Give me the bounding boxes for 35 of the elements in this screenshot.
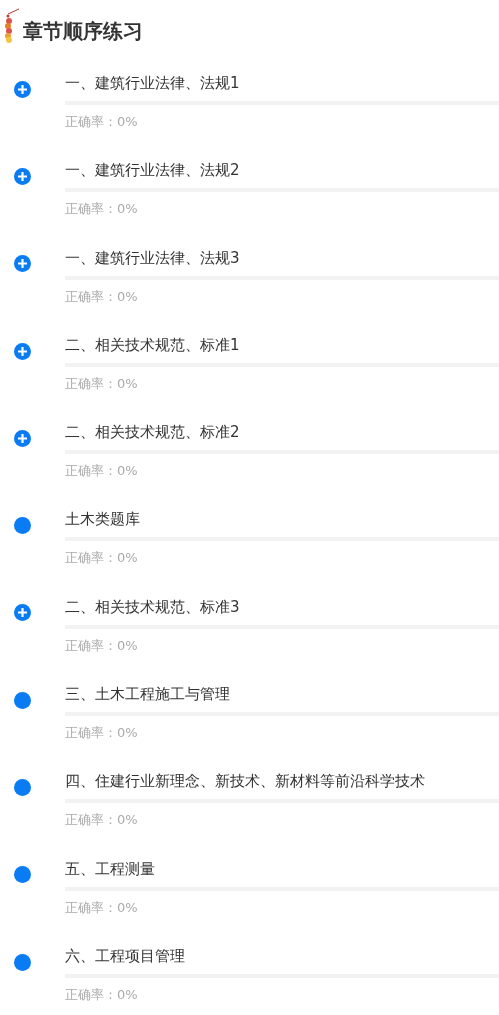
accuracy-text: 正确率：0% bbox=[65, 811, 139, 830]
dot-icon bbox=[14, 953, 31, 971]
accuracy-text: 正确率：0% bbox=[65, 374, 139, 393]
chapter-title[interactable]: 四、住建行业新理念、新技术、新材料等前沿科学技术 bbox=[65, 771, 499, 792]
chapter-title[interactable]: 二、相关技术规范、标准3 bbox=[65, 596, 499, 617]
expand-icon[interactable] bbox=[14, 80, 31, 98]
expand-icon[interactable] bbox=[14, 604, 31, 622]
accuracy-text: 正确率：0% bbox=[65, 287, 139, 306]
accuracy-text: 正确率：0% bbox=[65, 898, 139, 917]
accuracy-text: 正确率：0% bbox=[65, 636, 139, 655]
accuracy-text: 正确率：0% bbox=[65, 113, 139, 131]
chapter-title[interactable]: 一、建筑行业法律、法规2 bbox=[65, 160, 499, 181]
dot-icon bbox=[14, 691, 31, 709]
accuracy-text: 正确率：0% bbox=[65, 724, 139, 743]
accuracy-text: 正确率：0% bbox=[65, 462, 139, 481]
dot-icon bbox=[14, 779, 31, 796]
chapter-title[interactable]: 一、建筑行业法律、法规3 bbox=[65, 247, 499, 268]
expand-icon[interactable] bbox=[14, 255, 31, 273]
chapter-title[interactable]: 五、工程测量 bbox=[65, 858, 499, 879]
page-title: 章节顺序练习 bbox=[23, 18, 143, 44]
accuracy-text: 正确率：0% bbox=[65, 549, 139, 568]
chapter-title[interactable]: 土木类题库 bbox=[65, 509, 499, 530]
accuracy-text: 正确率：0% bbox=[65, 985, 139, 1004]
chapter-title[interactable]: 二、相关技术规范、标准2 bbox=[65, 422, 499, 443]
expand-icon[interactable] bbox=[14, 342, 31, 360]
expand-icon[interactable] bbox=[14, 429, 31, 447]
accuracy-text: 正确率：0% bbox=[65, 200, 139, 219]
chapter-title[interactable]: 六、工程项目管理 bbox=[65, 945, 499, 966]
chapter-title[interactable]: 三、土木工程施工与管理 bbox=[65, 684, 499, 705]
expand-icon[interactable] bbox=[14, 167, 31, 185]
firecracker-icon bbox=[4, 8, 20, 44]
chapter-title[interactable]: 一、建筑行业法律、法规1 bbox=[65, 73, 499, 93]
dot-icon bbox=[14, 866, 31, 884]
chapter-title[interactable]: 二、相关技术规范、标准1 bbox=[65, 334, 499, 355]
dot-icon bbox=[14, 517, 31, 535]
